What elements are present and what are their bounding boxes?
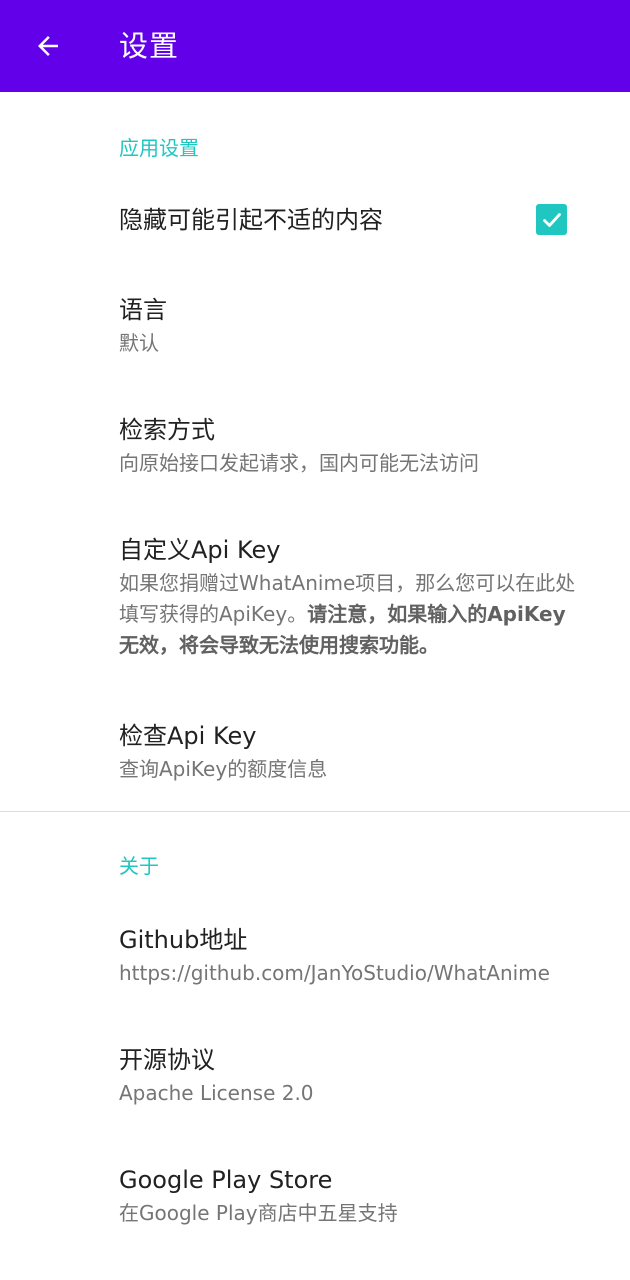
pref-search-mode[interactable]: 检索方式 向原始接口发起请求，国内可能无法访问 xyxy=(0,390,630,490)
pref-summary: 默认 xyxy=(119,331,159,355)
pref-title: 开源协议 xyxy=(119,1046,215,1074)
pref-license[interactable]: 开源协议 Apache License 2.0 xyxy=(0,1020,630,1120)
pref-github[interactable]: Github地址 https://github.com/JanYoStudio/… xyxy=(0,900,630,1000)
pref-play-store[interactable]: Google Play Store 在Google Play商店中五星支持 xyxy=(0,1140,630,1240)
pref-title: 隐藏可能引起不适的内容 xyxy=(119,206,383,234)
page-title: 设置 xyxy=(119,29,180,63)
back-button[interactable] xyxy=(24,22,72,70)
pref-summary: 在Google Play商店中五星支持 xyxy=(119,1201,398,1225)
pref-title: 语言 xyxy=(119,296,167,324)
pref-language[interactable]: 语言 默认 xyxy=(0,270,630,370)
pref-check-api-key[interactable]: 检查Api Key 查询ApiKey的额度信息 xyxy=(0,696,630,796)
pref-title: 检索方式 xyxy=(119,416,215,444)
pref-title: Google Play Store xyxy=(119,1166,333,1194)
pref-summary: 如果您捐赠过WhatAnime项目，那么您可以在此处填写获得的ApiKey。请注… xyxy=(119,568,579,661)
category-app-settings: 应用设置 xyxy=(119,136,199,160)
check-icon xyxy=(542,212,561,227)
pref-summary: https://github.com/JanYoStudio/WhatAnime xyxy=(119,961,550,985)
pref-summary: 查询ApiKey的额度信息 xyxy=(119,757,328,781)
pref-title: Github地址 xyxy=(119,926,248,954)
category-about: 关于 xyxy=(119,854,159,878)
pref-summary: Apache License 2.0 xyxy=(119,1081,314,1105)
section-divider xyxy=(0,811,630,812)
arrow-back-icon xyxy=(38,36,58,56)
pref-custom-api-key[interactable]: 自定义Api Key 如果您捐赠过WhatAnime项目，那么您可以在此处填写获… xyxy=(0,510,630,680)
hide-nsfw-checkbox[interactable] xyxy=(536,204,567,235)
pref-title: 自定义Api Key xyxy=(119,536,281,564)
app-bar: 设置 xyxy=(0,0,630,92)
pref-title: 检查Api Key xyxy=(119,722,257,750)
pref-summary: 向原始接口发起请求，国内可能无法访问 xyxy=(119,451,479,475)
